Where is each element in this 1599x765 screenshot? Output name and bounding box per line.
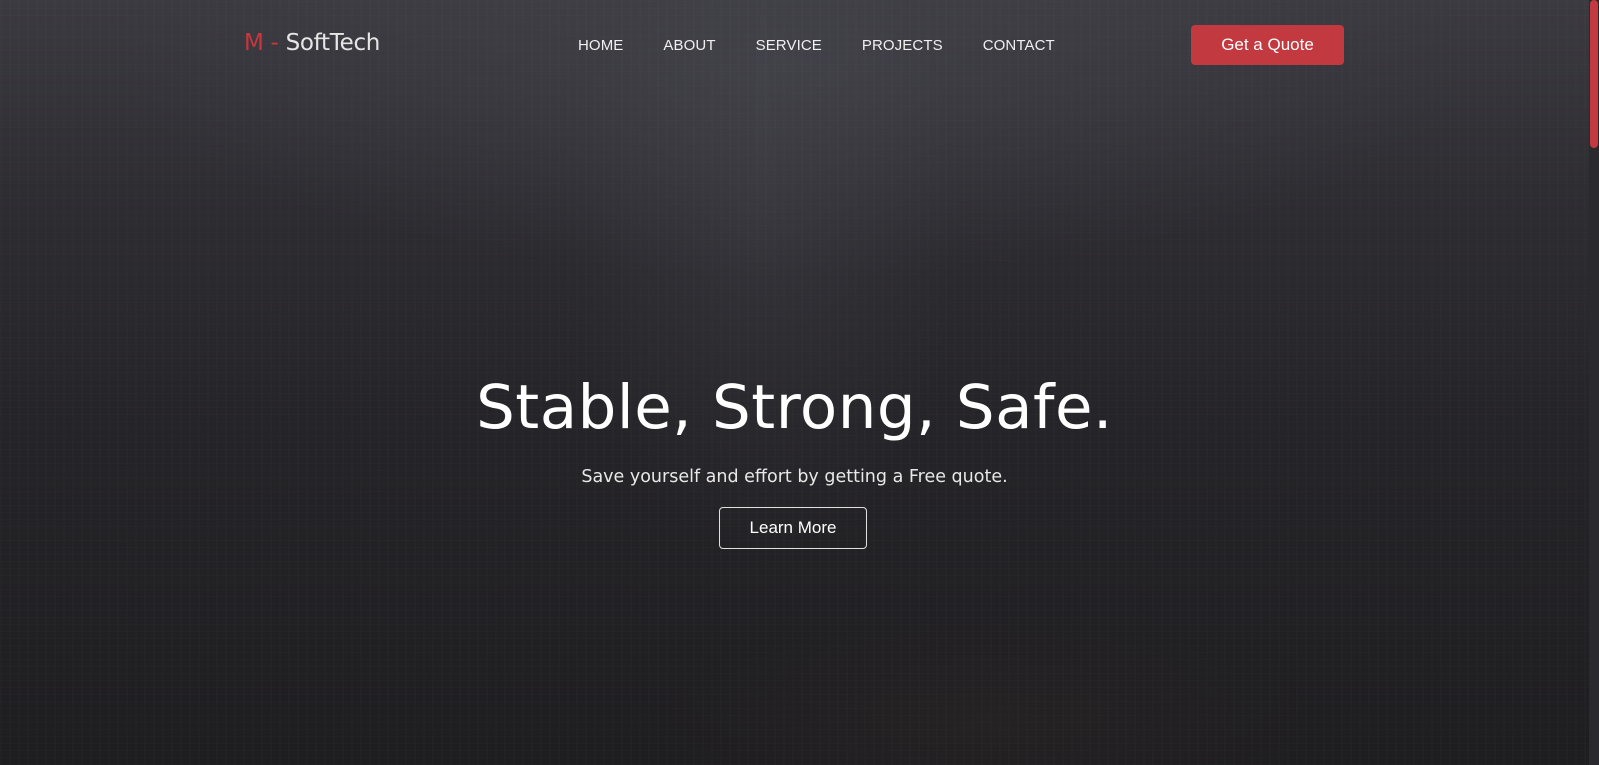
navbar: M - SoftTech HOME ABOUT SERVICE PROJECTS… (0, 0, 1589, 90)
scrollbar-thumb[interactable] (1590, 0, 1598, 148)
nav-item-home[interactable]: HOME (578, 37, 623, 54)
get-a-quote-button[interactable]: Get a Quote (1191, 25, 1344, 65)
main-nav: HOME ABOUT SERVICE PROJECTS CONTACT (578, 37, 1095, 54)
nav-item-projects[interactable]: PROJECTS (862, 37, 943, 54)
hero-headline: Stable, Strong, Safe. (476, 372, 1113, 443)
hero-subline: Save yourself and effort by getting a Fr… (581, 467, 1008, 487)
logo-name: SoftTech (278, 30, 381, 56)
learn-more-button[interactable]: Learn More (719, 507, 867, 549)
nav-item-about[interactable]: ABOUT (663, 37, 715, 54)
hero-section: M - SoftTech HOME ABOUT SERVICE PROJECTS… (0, 0, 1589, 765)
nav-item-service[interactable]: SERVICE (756, 37, 822, 54)
nav-item-contact[interactable]: CONTACT (983, 37, 1055, 54)
logo-prefix: M - (244, 30, 279, 56)
site-logo[interactable]: M - SoftTech (244, 30, 380, 56)
